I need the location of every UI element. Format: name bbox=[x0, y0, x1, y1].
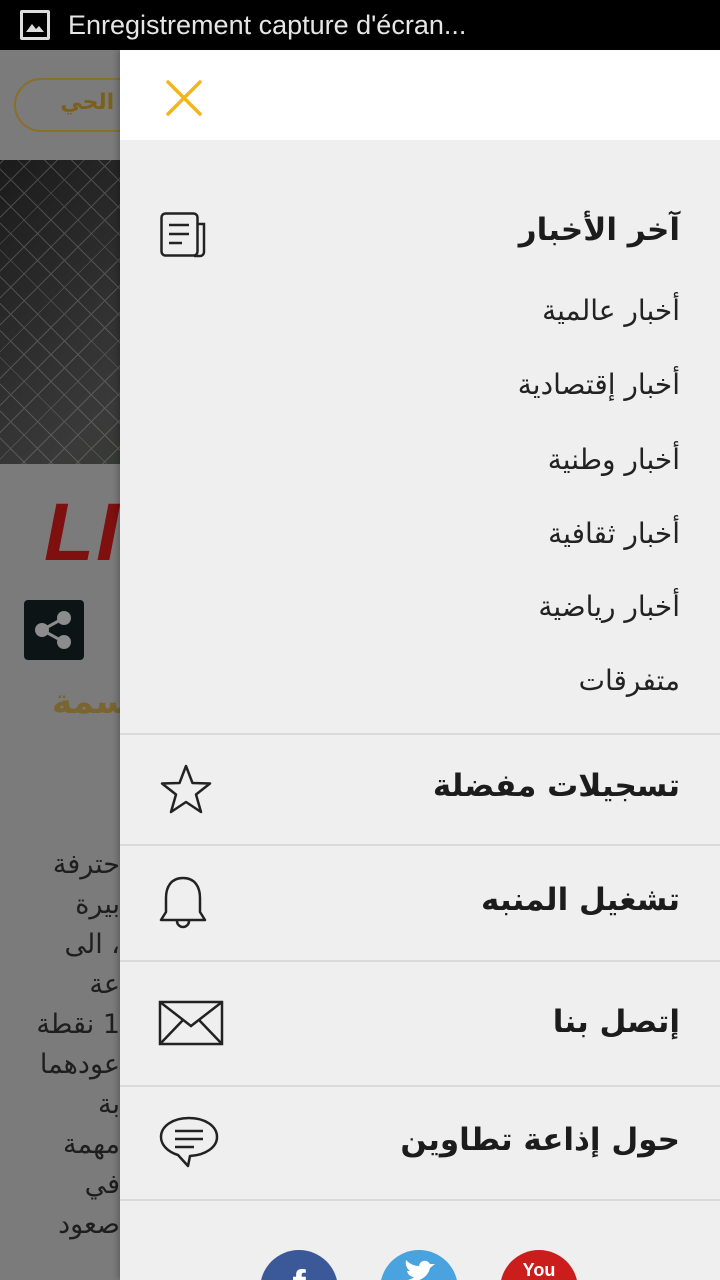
menu-divider bbox=[120, 1085, 720, 1087]
menu-alarm[interactable]: تشغيل المنبه bbox=[481, 882, 680, 918]
article-line: بة bbox=[98, 1089, 120, 1120]
menu-divider bbox=[120, 733, 720, 735]
twitter-icon bbox=[405, 1260, 435, 1280]
menu-latest-news[interactable]: آخر الأخبار bbox=[519, 212, 680, 248]
share-icon bbox=[35, 611, 71, 649]
menu-miscellaneous[interactable]: متفرقات bbox=[579, 664, 680, 697]
menu-cultural-news[interactable]: أخبار ثقافية bbox=[548, 517, 680, 550]
chat-bubble-icon bbox=[158, 1115, 220, 1173]
article-line: 1 نقطة bbox=[36, 1009, 120, 1040]
envelope-icon bbox=[158, 1000, 224, 1050]
youtube-icon: You bbox=[522, 1260, 556, 1280]
drawer-header bbox=[120, 50, 720, 140]
screenshot-notification-icon bbox=[20, 10, 50, 40]
article-line: مهمة bbox=[63, 1129, 120, 1160]
article-body: حترفة بيرة ، الى عة 1 نقطة عودهما بة مهم… bbox=[30, 845, 120, 1245]
menu-contact-us[interactable]: إتصل بنا bbox=[553, 1004, 680, 1040]
status-bar: Enregistrement capture d'écran... bbox=[0, 0, 720, 50]
bell-icon bbox=[158, 874, 208, 936]
article-line: عة bbox=[89, 969, 120, 1000]
close-icon bbox=[166, 80, 202, 116]
menu-national-news[interactable]: أخبار وطنية bbox=[548, 443, 680, 476]
status-notification-text: Enregistrement capture d'écran... bbox=[68, 9, 467, 40]
background-logo: LI bbox=[44, 487, 121, 578]
menu-about-radio[interactable]: حول إذاعة تطاوين bbox=[400, 1122, 680, 1158]
menu-divider bbox=[120, 844, 720, 846]
twitter-button[interactable] bbox=[380, 1250, 458, 1280]
menu-world-news[interactable]: أخبار عالمية bbox=[542, 294, 680, 327]
facebook-button[interactable]: f bbox=[260, 1250, 338, 1280]
menu-favorite-recordings[interactable]: تسجيلات مفضلة bbox=[433, 768, 680, 804]
share-button bbox=[24, 600, 84, 660]
article-line: في bbox=[84, 1169, 120, 1200]
news-icon bbox=[160, 212, 206, 262]
close-button[interactable] bbox=[164, 78, 204, 118]
star-icon bbox=[158, 763, 214, 821]
article-line: عودهما bbox=[39, 1049, 120, 1080]
facebook-icon: f bbox=[292, 1263, 305, 1280]
menu-economic-news[interactable]: أخبار إقتصادية bbox=[518, 368, 680, 401]
navigation-drawer: آخر الأخبار أخبار عالمية أخبار إقتصادية … bbox=[120, 50, 720, 1280]
article-line: ، الى bbox=[64, 929, 120, 960]
menu-divider bbox=[120, 960, 720, 962]
article-headline: سمة bbox=[52, 682, 129, 722]
article-line: صعود bbox=[58, 1209, 120, 1240]
article-line: حترفة bbox=[52, 849, 120, 880]
youtube-button[interactable]: You bbox=[500, 1250, 578, 1280]
article-line: بيرة bbox=[75, 889, 120, 920]
menu-sports-news[interactable]: أخبار رياضية bbox=[538, 590, 680, 623]
menu-divider bbox=[120, 1199, 720, 1201]
